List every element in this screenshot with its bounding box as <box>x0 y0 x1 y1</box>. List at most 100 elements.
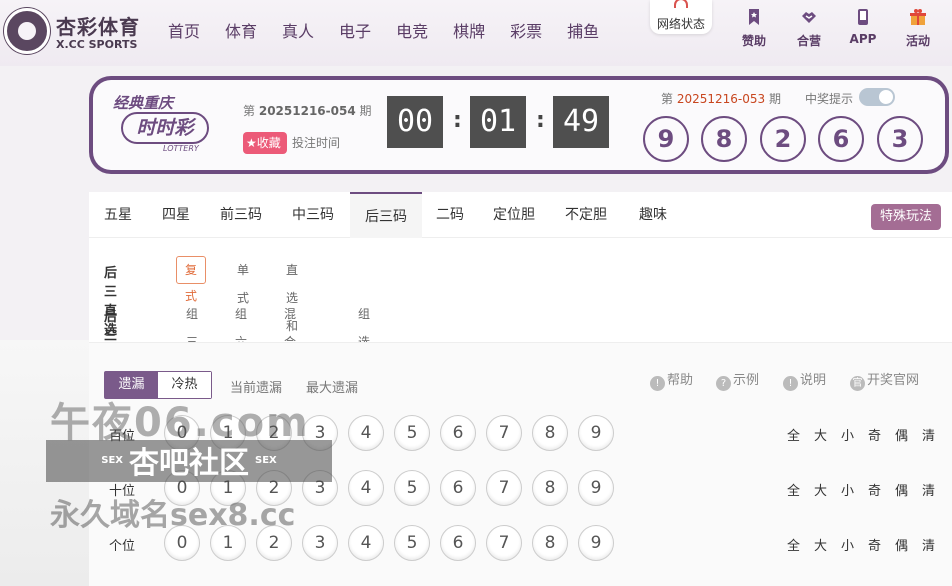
digit-ball[interactable]: 7 <box>486 470 522 506</box>
digit-ball[interactable]: 3 <box>302 415 338 451</box>
draw-panel: 经典重庆 时时彩 LOTTERY 第 20251216-054 期 ★收藏 投注… <box>89 76 949 174</box>
nav-lottery[interactable]: 彩票 <box>510 18 542 42</box>
stat-hot-cold-button[interactable]: 冷热 <box>158 372 211 398</box>
win-notify-toggle[interactable] <box>859 88 895 106</box>
digit-ball[interactable]: 4 <box>348 415 384 451</box>
digit-ball[interactable]: 4 <box>348 470 384 506</box>
quick-odd[interactable]: 奇 <box>868 535 881 554</box>
digit-ball[interactable]: 5 <box>394 470 430 506</box>
favorite-button[interactable]: ★收藏 <box>243 132 287 154</box>
digit-ball[interactable]: 8 <box>532 525 568 561</box>
question-icon: ? <box>716 376 731 391</box>
tab-middle-three[interactable]: 中三码 <box>277 192 349 238</box>
quick-clear[interactable]: 清 <box>922 425 935 444</box>
quick-odd[interactable]: 奇 <box>868 425 881 444</box>
tab-position[interactable]: 定位胆 <box>478 192 550 238</box>
digit-ball[interactable]: 2 <box>256 525 292 561</box>
option-group-three[interactable]: 组三 <box>178 300 206 349</box>
digit-ball[interactable]: 9 <box>578 525 614 561</box>
signal-icon <box>674 0 688 8</box>
option-mixed-group[interactable]: 混合组选 <box>276 300 304 405</box>
quick-even[interactable]: 偶 <box>895 535 908 554</box>
quick-all[interactable]: 全 <box>787 535 800 554</box>
sponsor-button[interactable]: 赞助 <box>734 8 774 49</box>
tab-four-star[interactable]: 四星 <box>147 192 205 238</box>
nav-live[interactable]: 真人 <box>282 18 314 42</box>
network-status-button[interactable]: 网络状态 <box>650 0 712 34</box>
official-site-link[interactable]: 官开奖官网 <box>850 369 919 391</box>
current-miss-option[interactable]: 当前遗漏 <box>230 377 282 396</box>
quick-all[interactable]: 全 <box>787 425 800 444</box>
digit-ball[interactable]: 9 <box>578 470 614 506</box>
option-group-six[interactable]: 组六 <box>227 300 255 349</box>
rules-link[interactable]: ! 说明 <box>783 369 826 391</box>
option-single[interactable]: 单式 <box>229 256 257 305</box>
nav-sports[interactable]: 体育 <box>225 18 257 42</box>
star-icon: ★ <box>246 136 257 150</box>
partner-button[interactable]: 合营 <box>789 8 829 49</box>
nav-cards[interactable]: 棋牌 <box>453 18 485 42</box>
nav-esports[interactable]: 电竞 <box>396 18 428 42</box>
app-button[interactable]: APP <box>843 8 883 46</box>
tab-two-code[interactable]: 二码 <box>422 192 478 238</box>
quick-small[interactable]: 小 <box>841 480 854 499</box>
betting-card: 五星 四星 前三码 中三码 后三码 二码 定位胆 不定胆 趣味 特殊玩法 后三直… <box>89 192 952 586</box>
digit-ball[interactable]: 7 <box>486 525 522 561</box>
quick-clear[interactable]: 清 <box>922 480 935 499</box>
tab-unpositioned[interactable]: 不定胆 <box>550 192 622 238</box>
win-notify-label: 中奖提示 <box>805 92 854 106</box>
tab-front-three[interactable]: 前三码 <box>205 192 277 238</box>
special-play-button[interactable]: 特殊玩法 <box>871 204 941 230</box>
official-site-label: 开奖官网 <box>867 373 920 388</box>
digit-ball[interactable]: 2 <box>256 415 292 451</box>
result-ball: 2 <box>760 116 806 162</box>
digit-ball[interactable]: 6 <box>440 470 476 506</box>
tab-fun[interactable]: 趣味 <box>622 192 684 238</box>
quick-all[interactable]: 全 <box>787 480 800 499</box>
nav-fishing[interactable]: 捕鱼 <box>567 18 599 42</box>
nav-home[interactable]: 首页 <box>168 18 200 42</box>
help-link[interactable]: ! 帮助 <box>650 369 693 391</box>
quick-big[interactable]: 大 <box>814 535 827 554</box>
digit-ball[interactable]: 6 <box>440 415 476 451</box>
digit-ball[interactable]: 5 <box>394 415 430 451</box>
quick-even[interactable]: 偶 <box>895 480 908 499</box>
max-miss-option[interactable]: 最大遗漏 <box>306 377 358 396</box>
digit-ball[interactable]: 3 <box>302 525 338 561</box>
digit-ball[interactable]: 7 <box>486 415 522 451</box>
digit-ball[interactable]: 1 <box>210 470 246 506</box>
option-direct-sum[interactable]: 直选和值 <box>278 256 306 361</box>
digit-ball[interactable]: 0 <box>164 415 200 451</box>
promotions-button[interactable]: 活动 <box>898 8 938 49</box>
result-ball: 9 <box>643 116 689 162</box>
tab-back-three[interactable]: 后三码 <box>350 192 422 238</box>
digit-ball[interactable]: 9 <box>578 415 614 451</box>
nav-slots[interactable]: 电子 <box>339 18 371 42</box>
digit-ball[interactable]: 0 <box>164 470 200 506</box>
quick-big[interactable]: 大 <box>814 425 827 444</box>
digit-ball[interactable]: 4 <box>348 525 384 561</box>
digit-ball[interactable]: 8 <box>532 415 568 451</box>
stat-miss-button[interactable]: 遗漏 <box>105 372 158 398</box>
digit-ball[interactable]: 3 <box>302 470 338 506</box>
digit-ball[interactable]: 1 <box>210 525 246 561</box>
digit-ball[interactable]: 1 <box>210 415 246 451</box>
quick-small[interactable]: 小 <box>841 425 854 444</box>
example-link[interactable]: ? 示例 <box>716 369 759 391</box>
option-compound[interactable]: 复式 <box>176 256 207 303</box>
digit-ball[interactable]: 6 <box>440 525 476 561</box>
digit-ball[interactable]: 5 <box>394 525 430 561</box>
timer-separator: : <box>536 108 545 133</box>
tab-five-star[interactable]: 五星 <box>89 192 147 238</box>
digit-ball[interactable]: 0 <box>164 525 200 561</box>
site-logo[interactable]: 杏彩体育 X.CC SPORTS <box>4 6 144 56</box>
quick-even[interactable]: 偶 <box>895 425 908 444</box>
app-label: APP <box>849 32 877 46</box>
digit-ball[interactable]: 8 <box>532 470 568 506</box>
quick-big[interactable]: 大 <box>814 480 827 499</box>
quick-small[interactable]: 小 <box>841 535 854 554</box>
option-group-sum[interactable]: 组选和值 <box>350 300 378 405</box>
quick-odd[interactable]: 奇 <box>868 480 881 499</box>
digit-ball[interactable]: 2 <box>256 470 292 506</box>
quick-clear[interactable]: 清 <box>922 535 935 554</box>
